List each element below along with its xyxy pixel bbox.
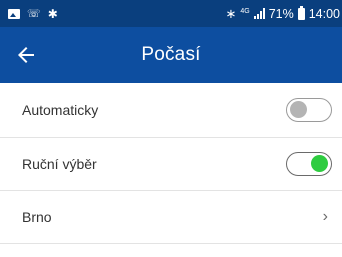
battery-icon [297, 5, 305, 20]
manual-selection-toggle[interactable] [286, 152, 332, 176]
missed-call-icon: ☏ [27, 7, 41, 20]
status-bar-right: ∗ 4G 71% 14:00 [225, 5, 340, 22]
setting-label: Ruční výběr [22, 156, 97, 172]
app-bar: Počasí [0, 27, 342, 83]
status-bar-left: ☏ ✱ [8, 8, 58, 20]
automatic-toggle[interactable] [286, 98, 332, 122]
bluetooth-icon: ∗ [225, 5, 237, 21]
settings-list: Automaticky Ruční výběr Brno › [0, 83, 342, 244]
setting-label: Automaticky [22, 102, 99, 118]
setting-row-city[interactable]: Brno › [0, 191, 342, 243]
image-icon [8, 8, 20, 19]
battery-percent: 71% [268, 6, 294, 21]
setting-label: Brno [22, 209, 52, 225]
setting-row-automatic[interactable]: Automaticky [0, 83, 342, 137]
signal-icon [253, 8, 265, 19]
network-type: 4G [240, 8, 250, 15]
status-bar: ☏ ✱ ∗ 4G 71% 14:00 [0, 0, 342, 27]
setting-row-manual[interactable]: Ruční výběr [0, 138, 342, 190]
page-title: Počasí [141, 44, 201, 65]
bug-icon: ✱ [47, 6, 58, 21]
divider [0, 243, 342, 244]
chevron-right-icon: › [322, 208, 328, 225]
toggle-knob [290, 101, 307, 118]
clock: 14:00 [308, 6, 340, 21]
toggle-knob [311, 155, 328, 172]
